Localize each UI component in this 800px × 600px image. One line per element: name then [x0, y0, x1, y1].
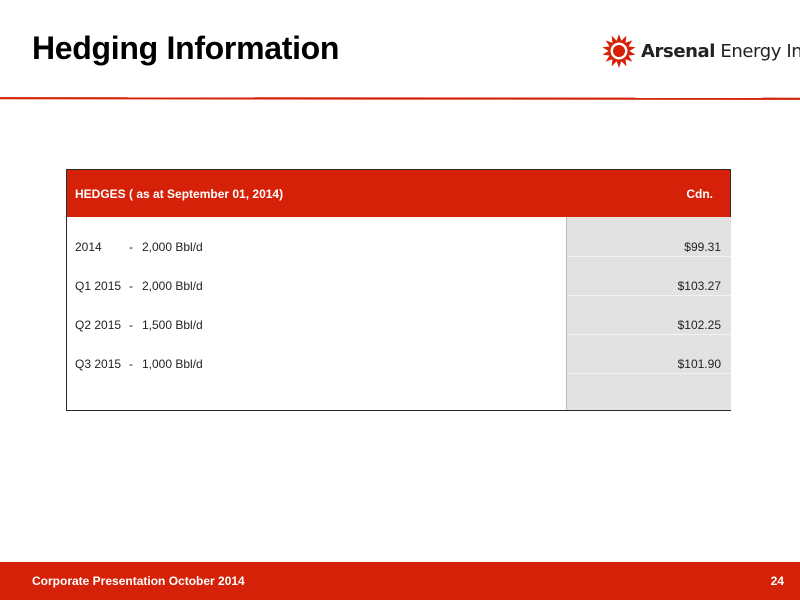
- sunburst-logo-icon: [602, 34, 636, 68]
- company-name-bold: Arsenal: [641, 40, 716, 62]
- row-dash: -: [129, 357, 133, 371]
- row-price: $103.27: [677, 279, 721, 293]
- company-name: Arsenal Energy Inc.: [641, 41, 800, 62]
- slide-title: Hedging Information: [32, 30, 340, 66]
- company-logo: Arsenal Energy Inc.: [601, 32, 800, 70]
- row-period: Q2 2015: [75, 318, 122, 332]
- row-dash: -: [129, 318, 133, 332]
- slide-footer: Corporate Presentation October 2014 24: [0, 562, 800, 600]
- title-underline: [0, 97, 800, 100]
- sunburst-core: [613, 45, 625, 57]
- row-dash: -: [129, 240, 133, 254]
- row-volume: 2,000 Bbl/d: [142, 279, 203, 293]
- page-number: 24: [770, 574, 784, 588]
- row-price: $101.90: [677, 357, 721, 371]
- table-header: HEDGES ( as at September 01, 2014) Cdn.: [67, 170, 730, 217]
- table-row: Q1 2015 - 2,000 Bbl/d $103.27: [67, 279, 730, 297]
- row-period: 2014: [75, 240, 102, 254]
- row-volume: 2,000 Bbl/d: [142, 240, 203, 254]
- row-dash: -: [129, 279, 133, 293]
- table-row: 2014 - 2,000 Bbl/d $99.31: [67, 240, 730, 258]
- row-period: Q1 2015: [75, 279, 122, 293]
- table-row: Q3 2015 - 1,000 Bbl/d $101.90: [67, 357, 730, 375]
- table-row: Q2 2015 - 1,500 Bbl/d $102.25: [67, 318, 730, 336]
- hedges-table: HEDGES ( as at September 01, 2014) Cdn. …: [66, 169, 731, 411]
- table-header-currency: Cdn.: [686, 186, 713, 201]
- row-period: Q3 2015: [75, 357, 122, 371]
- row-volume: 1,000 Bbl/d: [142, 357, 203, 371]
- footer-caption: Corporate Presentation October 2014: [32, 574, 245, 588]
- table-header-label: HEDGES ( as at September 01, 2014): [75, 186, 284, 201]
- row-volume: 1,500 Bbl/d: [142, 318, 203, 332]
- company-name-rest: Energy Inc.: [720, 40, 800, 62]
- row-price: $102.25: [677, 318, 721, 332]
- row-price: $99.31: [684, 240, 721, 254]
